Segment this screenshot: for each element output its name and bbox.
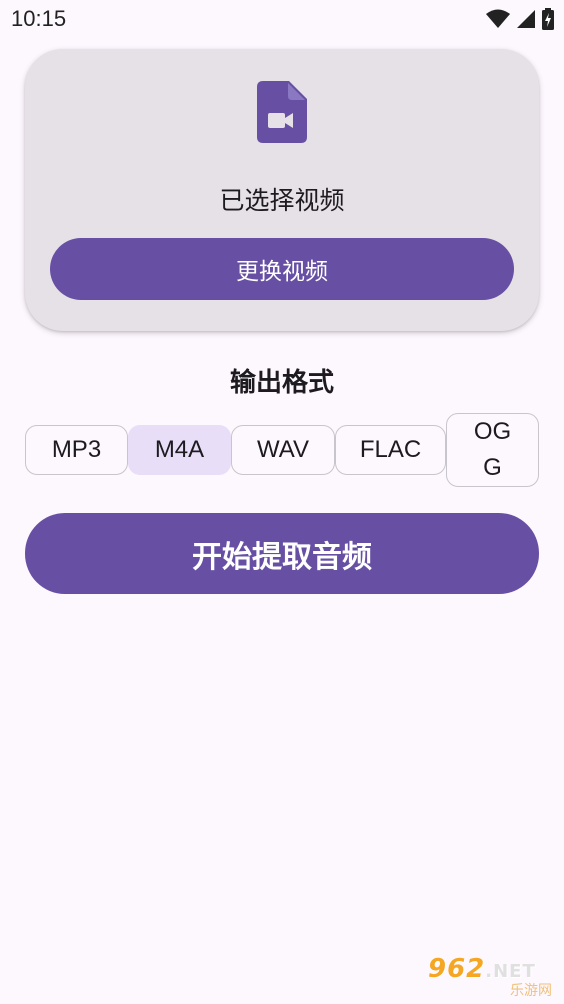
battery-charging-icon (542, 8, 554, 30)
video-selection-card: 已选择视频 更换视频 (25, 49, 539, 331)
start-extract-audio-button[interactable]: 开始提取音频 (25, 513, 539, 594)
watermark-suffix: .NET (485, 961, 536, 982)
site-watermark: 962.NET 乐游网 (424, 954, 556, 999)
change-video-button[interactable]: 更换视频 (50, 238, 514, 300)
watermark-subtitle: 乐游网 (510, 983, 552, 999)
status-bar: 10:15 (0, 0, 564, 40)
selected-video-status: 已选择视频 (219, 186, 345, 215)
wifi-icon (486, 9, 510, 28)
status-time: 10:15 (11, 6, 67, 31)
format-chip-mp3[interactable]: MP3 (25, 425, 128, 475)
format-chip-ogg[interactable]: OGG (446, 413, 539, 487)
watermark-brand: 962 (428, 954, 486, 984)
status-icons (486, 8, 554, 30)
video-file-icon (257, 81, 307, 143)
format-chip-wav[interactable]: WAV (231, 425, 335, 475)
cellular-signal-icon (517, 10, 535, 28)
format-chip-m4a[interactable]: M4A (128, 425, 231, 475)
format-chip-flac[interactable]: FLAC (335, 425, 446, 475)
output-format-title: 输出格式 (229, 368, 334, 398)
